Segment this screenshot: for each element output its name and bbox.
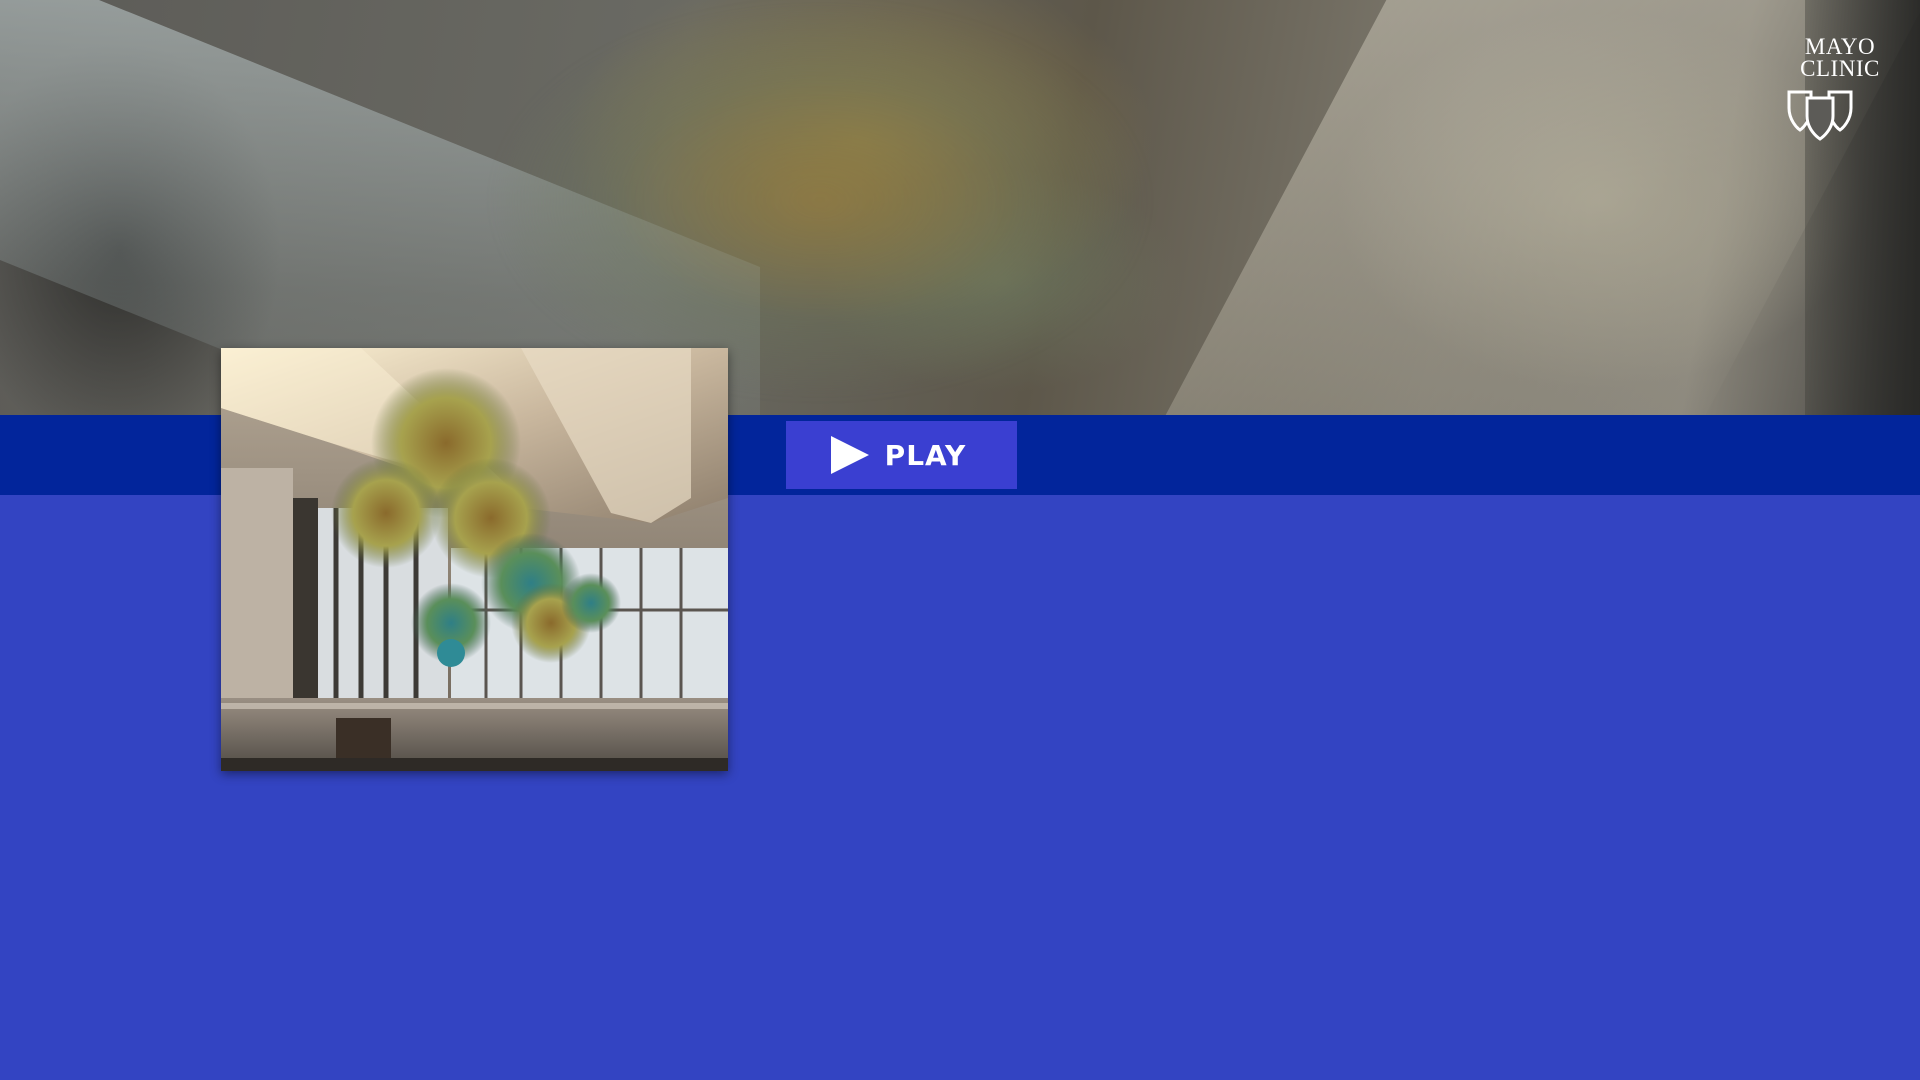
hero-chandelier-blur xyxy=(500,10,1140,390)
play-label: PLAY xyxy=(884,438,967,472)
logo-line-2: CLINIC xyxy=(1800,56,1880,81)
mayo-clinic-logo: MAYO CLINIC xyxy=(1785,34,1895,142)
play-button[interactable]: PLAY xyxy=(786,421,1017,489)
three-shields-icon xyxy=(1787,90,1853,141)
video-landing-page: MAYO CLINIC PLAY xyxy=(0,0,1920,1080)
play-icon xyxy=(830,436,869,474)
video-thumbnail[interactable] xyxy=(221,348,728,771)
logo-line-1: MAYO xyxy=(1804,34,1876,59)
thumbnail-lobby-image xyxy=(221,348,728,771)
